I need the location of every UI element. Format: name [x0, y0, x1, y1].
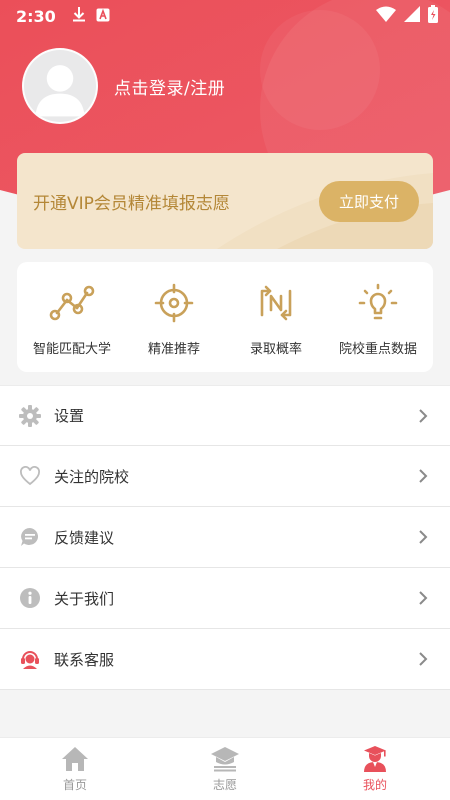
login-register-link[interactable]: 点击登录/注册 [114, 74, 225, 99]
home-icon [60, 746, 90, 772]
tab-mine[interactable]: 我的 [300, 738, 450, 800]
tab-label: 首页 [62, 777, 87, 792]
tab-home[interactable]: 首页 [0, 738, 150, 800]
status-bar: 2:30 [0, 0, 450, 32]
graduation-cap-book-icon [210, 746, 240, 772]
settings-menu: 设置 关注的院校 反馈建议 关于我们 联系客服 [0, 385, 450, 690]
gear-icon [18, 404, 42, 428]
chat-bubble-icon [18, 525, 42, 549]
feature-school-data[interactable]: 院校重点数据 [328, 278, 428, 357]
menu-item-about-us[interactable]: 关于我们 [0, 568, 450, 629]
info-icon [18, 586, 42, 610]
vip-banner: 开通VIP会员精准填报志愿 立即支付 [17, 153, 433, 249]
chevron-right-icon [418, 590, 430, 606]
wifi-icon [376, 6, 396, 26]
chevron-right-icon [418, 529, 430, 545]
graph-nodes-icon [47, 278, 97, 328]
probability-n-icon [251, 278, 301, 328]
feature-label: 院校重点数据 [338, 341, 417, 357]
menu-label: 联系客服 [54, 650, 115, 669]
app-notification-icon [96, 7, 110, 26]
chevron-right-icon [418, 651, 430, 667]
feature-label: 精准推荐 [147, 341, 200, 357]
tab-label: 我的 [362, 777, 387, 792]
feature-smart-match[interactable]: 智能匹配大学 [22, 278, 122, 357]
feature-label: 智能匹配大学 [32, 341, 111, 357]
target-icon [149, 278, 199, 328]
battery-icon [428, 5, 438, 27]
feature-precise-recommend[interactable]: 精准推荐 [124, 278, 224, 357]
tab-label: 志愿 [212, 777, 237, 792]
feature-grid: 智能匹配大学 精准推荐 录取概率 院校重点数据 [17, 262, 433, 372]
feature-label: 录取概率 [249, 341, 302, 357]
download-icon [72, 6, 86, 26]
lightbulb-icon [353, 278, 403, 328]
user-silhouette-icon [35, 65, 85, 117]
menu-label: 设置 [54, 407, 85, 425]
chevron-right-icon [418, 468, 430, 484]
bottom-tab-bar: 首页 志愿 我的 [0, 737, 450, 800]
menu-item-settings[interactable]: 设置 [0, 385, 450, 446]
user-graduate-icon [360, 745, 390, 772]
profile-section[interactable]: 点击登录/注册 [22, 48, 225, 124]
avatar[interactable] [22, 48, 98, 124]
tab-volunteer[interactable]: 志愿 [150, 738, 300, 800]
heart-icon [18, 464, 42, 488]
menu-label: 关于我们 [54, 589, 115, 608]
vip-promo-text: 开通VIP会员精准填报志愿 [33, 193, 230, 214]
chevron-right-icon [418, 408, 430, 424]
status-time: 2:30 [16, 6, 56, 26]
menu-item-customer-service[interactable]: 联系客服 [0, 629, 450, 690]
pay-now-button[interactable]: 立即支付 [319, 180, 419, 222]
feature-admission-probability[interactable]: 录取概率 [226, 278, 326, 357]
menu-label: 反馈建议 [54, 528, 115, 547]
menu-item-followed-schools[interactable]: 关注的院校 [0, 446, 450, 507]
signal-icon [404, 6, 420, 26]
headset-icon [18, 647, 42, 671]
menu-item-feedback[interactable]: 反馈建议 [0, 507, 450, 568]
menu-label: 关注的院校 [54, 467, 130, 486]
